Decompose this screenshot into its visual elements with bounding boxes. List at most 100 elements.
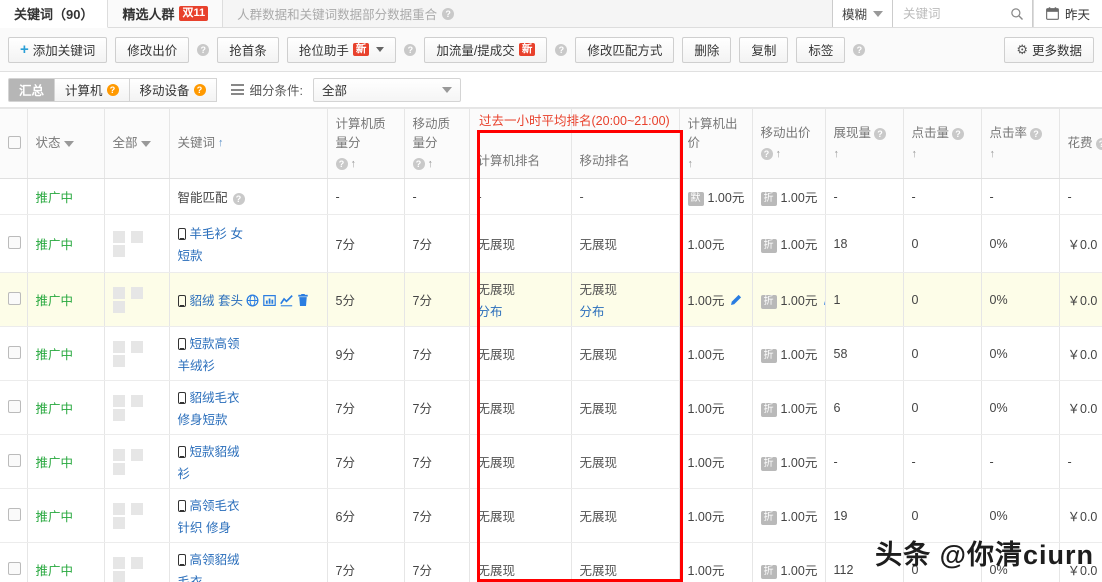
keyword-link[interactable]: 羊毛衫 女 [190,227,243,241]
pc-bid-cell[interactable]: 1.00元 [679,543,752,582]
trend-line-icon[interactable] [280,294,293,307]
keyword-cell[interactable]: 貂绒 套头 [169,273,327,327]
grab-top-button[interactable]: 抢首条 [217,37,279,63]
trash-icon[interactable] [297,294,309,307]
th-mobile-bid[interactable]: 移动出价?↑ [752,109,825,179]
help-icon[interactable]: ? [874,128,886,140]
keyword-cell[interactable]: 智能匹配? [169,179,327,215]
th-keyword[interactable]: 关键词↑ [169,109,327,179]
mobile-bid-cell[interactable]: 折1.00元 [752,435,825,489]
segment-mobile[interactable]: 移动设备 ? [130,78,217,102]
sort-icon[interactable]: ↑ [351,156,357,173]
sort-icon[interactable]: ↑ [912,146,918,163]
sort-asc-icon[interactable]: ↑ [218,135,224,152]
rank-distribution-link[interactable]: 分布 [478,301,563,320]
select-all-checkbox[interactable] [8,136,21,149]
row-select-cell[interactable] [0,273,27,327]
th-pc-bid[interactable]: 计算机出价↑ [679,109,752,179]
help-icon[interactable]: ? [1096,138,1102,150]
th-ctr[interactable]: 点击率?↑ [981,109,1059,179]
row-select-cell[interactable] [0,435,27,489]
delete-button[interactable]: 删除 [682,37,731,63]
pc-bid-cell[interactable]: 1.00元 [679,215,752,273]
help-icon[interactable]: ? [233,193,245,205]
modify-bid-button[interactable]: 修改出价 [115,37,189,63]
keyword-cell[interactable]: 貂绒毛衣修身短款 [169,381,327,435]
table-row[interactable]: 推广中羊毛衫 女短款7分7分无展现无展现1.00元折1.00元1800%￥0.0 [0,215,1102,273]
table-row[interactable]: 推广中智能匹配?----默1.00元折1.00元---- [0,179,1102,215]
subcondition-select[interactable]: 全部 [313,78,461,102]
row-checkbox[interactable] [8,292,21,305]
search-box[interactable] [893,0,1033,27]
segment-summary[interactable]: 汇总 [8,78,55,102]
search-input[interactable] [901,6,1010,22]
help-icon-position-assistant[interactable]: ? [404,44,416,56]
mobile-bid-cell[interactable]: 折1.00元 [752,327,825,381]
bar-chart-icon[interactable] [263,294,276,307]
row-checkbox[interactable] [8,400,21,413]
keyword-link[interactable]: 短款貂绒 [190,445,240,459]
row-select-cell[interactable] [0,381,27,435]
keyword-link-line2[interactable]: 针织 修身 [178,517,319,536]
th-status[interactable]: 状态 [27,109,104,179]
sort-icon[interactable]: ↑ [428,156,434,173]
row-checkbox[interactable] [8,562,21,575]
keyword-link-line2[interactable]: 毛衣 [178,571,319,582]
tag-button[interactable]: 标签 [796,37,845,63]
pc-bid-cell[interactable]: 1.00元 [679,273,752,327]
tab-audience[interactable]: 精选人群 双11 [108,0,223,27]
row-checkbox[interactable] [8,508,21,521]
help-icon[interactable]: ? [952,128,964,140]
th-impressions[interactable]: 展现量?↑ [825,109,903,179]
keyword-link[interactable]: 高领貂绒 [190,553,240,567]
help-icon-mobile[interactable]: ? [194,84,206,96]
search-icon[interactable] [1010,7,1024,21]
row-checkbox[interactable] [8,454,21,467]
mobile-bid-cell[interactable]: 折1.00元 [752,543,825,582]
row-select-cell[interactable] [0,543,27,582]
th-clicks[interactable]: 点击量?↑ [903,109,981,179]
mobile-bid-cell[interactable]: 折1.00元 [752,489,825,543]
keyword-link-line2[interactable]: 短款 [178,245,319,264]
keyword-cell[interactable]: 短款貂绒衫 [169,435,327,489]
position-assistant-button[interactable]: 抢位助手 新 [287,37,397,63]
table-row[interactable]: 推广中短款高领羊绒衫9分7分无展现无展现1.00元折1.00元5800%￥0.0 [0,327,1102,381]
help-icon-modify-bid[interactable]: ? [197,44,209,56]
chevron-down-icon[interactable] [64,141,74,147]
sort-icon[interactable]: ↑ [776,146,782,163]
add-keyword-button[interactable]: + 添加关键词 [8,37,107,63]
row-select-cell[interactable] [0,215,27,273]
rank-distribution-link[interactable]: 分布 [580,301,671,320]
more-data-button[interactable]: ⚙ 更多数据 [1004,37,1094,63]
help-icon[interactable]: ? [1030,128,1042,140]
row-checkbox[interactable] [8,346,21,359]
segment-pc[interactable]: 计算机 ? [55,78,130,102]
keyword-link[interactable]: 短款高领 [190,337,240,351]
help-icon-traffic-boost[interactable]: ? [555,44,567,56]
match-mode-select[interactable]: 模糊 [832,0,893,27]
keyword-link[interactable]: 貂绒 套头 [190,294,243,308]
tab-keyword[interactable]: 关键词（90） [0,0,108,28]
keyword-cell[interactable]: 高领毛衣针织 修身 [169,489,327,543]
keyword-link-line2[interactable]: 羊绒衫 [178,355,319,374]
chevron-down-icon[interactable] [141,141,151,147]
row-checkbox[interactable] [8,236,21,249]
mobile-bid-cell[interactable]: 折1.00元 [752,215,825,273]
th-mobile-quality[interactable]: 移动质量分?↑ [404,109,469,179]
sort-icon[interactable]: ↑ [990,146,996,163]
row-select-cell[interactable] [0,489,27,543]
chevron-down-icon[interactable] [376,47,384,52]
copy-button[interactable]: 复制 [739,37,788,63]
date-range-button[interactable]: 昨天 [1033,0,1102,27]
keyword-link-line2[interactable]: 衫 [178,463,319,482]
row-select-cell[interactable] [0,179,27,215]
globe-icon[interactable] [246,294,259,307]
pc-bid-cell[interactable]: 1.00元 [679,435,752,489]
keyword-link[interactable]: 高领毛衣 [190,499,240,513]
keyword-cell[interactable]: 高领貂绒毛衣 [169,543,327,582]
th-pc-quality[interactable]: 计算机质量分?↑ [327,109,404,179]
row-select-cell[interactable] [0,327,27,381]
keyword-cell[interactable]: 短款高领羊绒衫 [169,327,327,381]
pc-bid-cell[interactable]: 1.00元 [679,327,752,381]
table-row[interactable]: 推广中短款貂绒衫7分7分无展现无展现1.00元折1.00元---- [0,435,1102,489]
